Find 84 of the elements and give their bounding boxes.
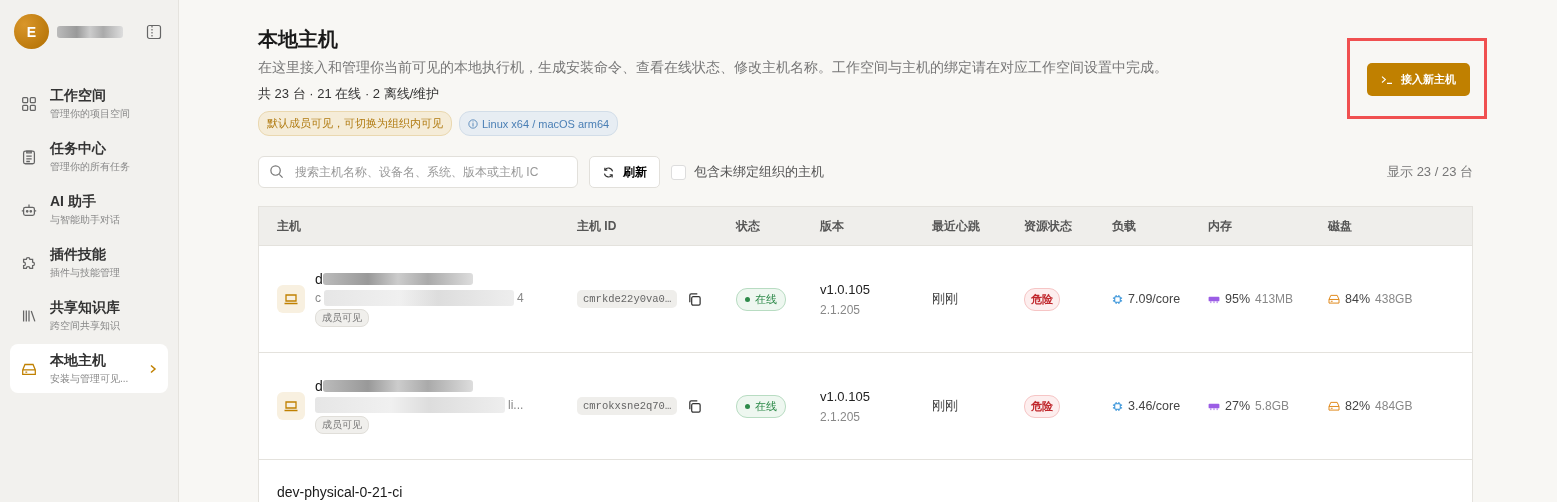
status-badge: 在线 <box>736 287 786 311</box>
memory-value: 413MB <box>1255 292 1294 306</box>
cpu-icon <box>1112 293 1123 305</box>
host-name: dev-physical-0-21-ci <box>277 484 403 500</box>
checkbox[interactable] <box>671 164 686 180</box>
sidebar-toggle-icon[interactable] <box>146 23 162 40</box>
memory-percent: 95% <box>1225 292 1251 306</box>
column-header: 状态 <box>736 217 761 235</box>
build-version: 2.1.205 <box>820 409 861 424</box>
grid-icon <box>20 94 38 113</box>
search-field[interactable]: 搜索主机名称、设备名、系统、版本或主机 IC <box>258 156 578 188</box>
copy-icon[interactable] <box>687 291 703 307</box>
sidebar-item-title: 共享知识库 <box>50 298 120 317</box>
laptop-icon <box>277 392 305 420</box>
page-description: 在这里接入和管理你当前可见的本地执行机，生成安装命令、查看在线状态、修改主机名称。工作空间与主机的绑定请在对应工作空间设置中完成。 <box>258 59 1168 77</box>
drive-icon <box>1328 294 1340 304</box>
sidebar-item-subtitle: 跨空间共享知识 <box>50 318 120 333</box>
status-badge: 在线 <box>736 394 786 418</box>
column-header: 内存 <box>1208 217 1233 235</box>
sidebar-item-title: AI 助手 <box>50 192 97 211</box>
host-subtitle: c <box>315 291 321 305</box>
sidebar-item-title: 插件技能 <box>50 245 107 264</box>
copy-icon[interactable] <box>687 398 703 414</box>
column-header: 主机 ID <box>577 217 618 235</box>
column-header: 磁盘 <box>1328 217 1353 235</box>
cpu-icon <box>1112 400 1123 412</box>
load-value: 7.09/core <box>1128 292 1181 306</box>
column-header: 最近心跳 <box>932 217 981 235</box>
page-title: 本地主机 <box>258 27 339 52</box>
sidebar-item-title: 工作空间 <box>50 86 107 105</box>
column-header: 资源状态 <box>1024 217 1073 235</box>
host-name: d <box>315 271 323 287</box>
sidebar-item[interactable]: 任务中心 管理你的所有任务 <box>10 132 168 181</box>
terminal-icon <box>1381 74 1393 85</box>
sidebar-item-subtitle: 管理你的所有任务 <box>50 159 130 174</box>
memory-icon <box>1208 294 1220 304</box>
search-icon <box>269 164 284 179</box>
disk-value: 484GB <box>1375 399 1413 413</box>
host-id: cmrkde22y0va0… <box>577 290 678 308</box>
column-header: 负载 <box>1112 217 1137 235</box>
column-header: 版本 <box>820 217 845 235</box>
memory-percent: 27% <box>1225 399 1251 413</box>
host-count: 显示 23 / 23 台 <box>1387 163 1473 181</box>
version: v1.0.105 <box>820 281 870 297</box>
host-subtitle: 4 <box>517 291 524 305</box>
host-name: d <box>315 378 323 394</box>
host-summary: 共 23 台 · 21 在线 · 2 离线/维护 <box>258 85 441 103</box>
disk-percent: 84% <box>1345 292 1371 306</box>
host-subtitle: li... <box>508 398 524 412</box>
visibility-badge: 成员可见 <box>315 416 369 434</box>
sidebar-item[interactable]: 插件技能 插件与技能管理 <box>10 238 168 287</box>
info-tag: 默认成员可见，可切换为组织内可见 <box>258 111 452 136</box>
resource-status-badge: 危险 <box>1024 394 1060 418</box>
sidebar-item[interactable]: AI 助手 与智能助手对话 <box>10 185 168 234</box>
chevron-right-icon <box>148 363 158 374</box>
visibility-badge: 成员可见 <box>315 309 369 327</box>
load-value: 3.46/core <box>1128 399 1181 413</box>
refresh-button[interactable]: 刷新 <box>589 156 660 188</box>
sidebar-item-title: 本地主机 <box>50 351 107 370</box>
laptop-icon <box>277 285 305 313</box>
build-version: 2.1.205 <box>820 302 861 317</box>
sidebar-item-subtitle: 管理你的项目空间 <box>50 106 130 121</box>
checkbox-label: 包含未绑定组织的主机 <box>694 163 824 181</box>
sidebar-item-subtitle: 插件与技能管理 <box>50 265 120 280</box>
memory-icon <box>1208 401 1220 411</box>
sidebar-item-subtitle: 安装与管理可见... <box>50 371 129 386</box>
column-header: 主机 <box>277 217 302 235</box>
disk-percent: 82% <box>1345 399 1371 413</box>
host-id: cmrokxsne2q70… <box>577 397 678 415</box>
drive-icon <box>1328 401 1340 411</box>
heartbeat-time: 刚刚 <box>932 397 958 415</box>
info-icon <box>468 118 478 129</box>
disk-value: 438GB <box>1375 292 1413 306</box>
sidebar-item[interactable]: 本地主机 安装与管理可见... <box>10 344 168 393</box>
info-tag: Linux x64 / macOS arm64 <box>459 111 619 136</box>
sidebar-item[interactable]: 共享知识库 跨空间共享知识 <box>10 291 168 340</box>
resource-status-badge: 危险 <box>1024 287 1060 311</box>
sidebar-item[interactable]: 工作空间 管理你的项目空间 <box>10 79 168 128</box>
version: v1.0.105 <box>820 388 870 404</box>
memory-value: 5.8GB <box>1255 399 1290 413</box>
refresh-icon <box>602 165 615 179</box>
heartbeat-time: 刚刚 <box>932 290 958 308</box>
sidebar-item-subtitle: 与智能助手对话 <box>50 212 120 227</box>
sidebar-item-title: 任务中心 <box>50 139 107 158</box>
